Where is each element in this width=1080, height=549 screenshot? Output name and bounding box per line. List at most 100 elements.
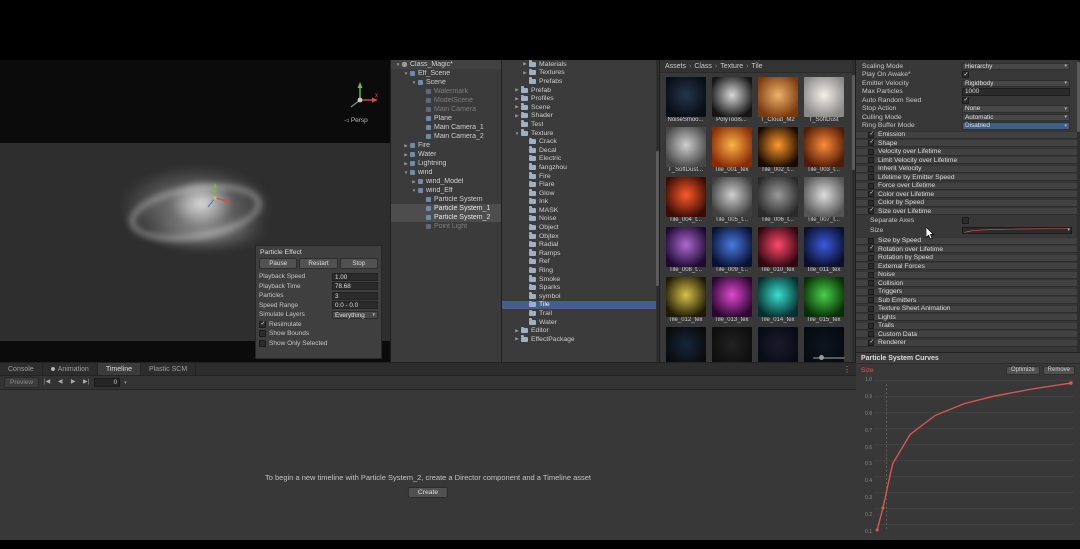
- project-folder-item[interactable]: Ring: [502, 266, 659, 275]
- project-folder-item[interactable]: ▶ Scene: [502, 103, 659, 112]
- scrollbar-thumb[interactable]: [852, 75, 855, 170]
- project-folder-item[interactable]: ▼ Texture: [502, 129, 659, 138]
- breadcrumb-segment[interactable]: Tile: [743, 63, 762, 70]
- project-folder-item[interactable]: ▶ Editor: [502, 326, 659, 335]
- module-checkbox[interactable]: [868, 280, 874, 286]
- module-checkbox[interactable]: [868, 306, 874, 312]
- module-checkbox[interactable]: [868, 263, 874, 269]
- chevron-down-icon[interactable]: ▾: [124, 380, 127, 386]
- module-header[interactable]: Force over Lifetime: [856, 182, 1080, 190]
- project-folder-item[interactable]: Prefabs: [502, 77, 659, 86]
- expand-arrow-icon[interactable]: ▼: [402, 170, 410, 175]
- project-folder-item[interactable]: Electric: [502, 155, 659, 164]
- particle-panel-checkbox-row[interactable]: Resimulate: [259, 320, 378, 330]
- optimize-button[interactable]: Optimize: [1006, 366, 1040, 375]
- expand-arrow-icon[interactable]: ▼: [410, 188, 418, 193]
- hierarchy-item[interactable]: ▼ wind: [391, 168, 501, 177]
- panel-tab[interactable]: Console: [0, 363, 43, 375]
- project-folder-item[interactable]: Objtex: [502, 232, 659, 241]
- hierarchy-item[interactable]: Particle System_2: [391, 213, 501, 222]
- module-header[interactable]: Size over Lifetime: [856, 207, 1080, 215]
- asset-item[interactable]: Tile_012_tex: [664, 277, 707, 324]
- module-checkbox[interactable]: [868, 183, 874, 189]
- module-checkbox[interactable]: [868, 157, 874, 163]
- checkbox[interactable]: [259, 321, 266, 328]
- module-header[interactable]: Sub Emitters: [856, 296, 1080, 304]
- module-checkbox[interactable]: [868, 166, 874, 172]
- expand-arrow-icon[interactable]: ▶: [513, 328, 521, 334]
- hierarchy-item[interactable]: Particle System: [391, 195, 501, 204]
- panel-menu-icon[interactable]: ⋮: [843, 365, 851, 374]
- hierarchy-item[interactable]: ▶ Water: [391, 150, 501, 159]
- hierarchy-item[interactable]: ModelScene: [391, 96, 501, 105]
- asset-item[interactable]: Tile_014_tex: [756, 277, 799, 324]
- assets-scrollbar[interactable]: [852, 60, 855, 362]
- module-checkbox[interactable]: [868, 174, 874, 180]
- module-header[interactable]: Rotation over Lifetime: [856, 245, 1080, 253]
- module-header[interactable]: Collision: [856, 279, 1080, 287]
- panel-tab[interactable]: Timeline: [98, 363, 141, 375]
- expand-arrow-icon[interactable]: ▶: [521, 70, 529, 76]
- expand-arrow-icon[interactable]: ▶: [513, 104, 521, 110]
- module-header[interactable]: Rotation by Speed: [856, 254, 1080, 262]
- property-dropdown[interactable]: Disabled: [962, 122, 1070, 130]
- asset-item[interactable]: Tile_005_t...: [710, 177, 753, 224]
- module-checkbox[interactable]: [868, 331, 874, 337]
- transport-button[interactable]: ▶: [67, 377, 79, 388]
- panel-tab[interactable]: Plastic SCM: [141, 363, 196, 375]
- module-checkbox[interactable]: [868, 314, 874, 320]
- module-header[interactable]: Renderer: [856, 339, 1080, 347]
- project-folder-item[interactable]: Trail: [502, 309, 659, 318]
- expand-arrow-icon[interactable]: ▼: [394, 62, 402, 67]
- project-folder-item[interactable]: Water: [502, 318, 659, 327]
- project-folder-item[interactable]: ▶ Shader: [502, 112, 659, 121]
- module-header[interactable]: Noise: [856, 271, 1080, 279]
- asset-item[interactable]: Tile_003_t...: [802, 127, 845, 174]
- project-folder-item[interactable]: Decal: [502, 146, 659, 155]
- hierarchy-item[interactable]: Main Camera_2: [391, 132, 501, 141]
- expand-arrow-icon[interactable]: ▼: [410, 80, 418, 85]
- size-curve-field[interactable]: [962, 227, 1072, 234]
- property-dropdown[interactable]: None: [962, 105, 1070, 113]
- project-folder-item[interactable]: Radial: [502, 240, 659, 249]
- project-folder-item[interactable]: Ramps: [502, 249, 659, 258]
- asset-item[interactable]: NoiseSmoo...: [664, 77, 707, 124]
- scene-view[interactable]: x Persp Particle Effect PauseRestartStop…: [0, 60, 390, 362]
- asset-item[interactable]: Tile_013_tex: [710, 277, 753, 324]
- slider-knob[interactable]: [819, 355, 824, 360]
- transport-button[interactable]: ▶|: [80, 377, 92, 388]
- module-header[interactable]: Lifetime by Emitter Speed: [856, 173, 1080, 181]
- field-value[interactable]: 1.00: [332, 273, 378, 281]
- project-folder-item[interactable]: Smoke: [502, 275, 659, 284]
- preview-toggle-button[interactable]: Preview: [4, 377, 39, 388]
- hierarchy-item[interactable]: Particle System_1: [391, 204, 501, 213]
- property-dropdown[interactable]: Hierarchy: [962, 63, 1070, 71]
- asset-item[interactable]: Tile_002_t...: [756, 127, 799, 174]
- module-checkbox[interactable]: [868, 323, 874, 329]
- module-header[interactable]: Emission: [856, 131, 1080, 139]
- field-value[interactable]: 3: [332, 292, 378, 300]
- breadcrumb-segment[interactable]: Texture: [712, 63, 743, 70]
- expand-arrow-icon[interactable]: ▶: [513, 87, 521, 93]
- project-folder-item[interactable]: Sparks: [502, 283, 659, 292]
- asset-item[interactable]: Tile_008_t...: [664, 227, 707, 274]
- hierarchy-item[interactable]: Main Camera_1: [391, 123, 501, 132]
- asset-item[interactable]: Tile_010_tex: [756, 227, 799, 274]
- project-folder-item[interactable]: Fire: [502, 172, 659, 181]
- module-checkbox[interactable]: [868, 200, 874, 206]
- perspective-label[interactable]: Persp: [344, 116, 368, 124]
- asset-item[interactable]: Tile_006_t...: [756, 177, 799, 224]
- breadcrumb-segment[interactable]: Class: [686, 63, 712, 70]
- project-folder-item[interactable]: ▶ Prefab: [502, 86, 659, 95]
- hierarchy-item[interactable]: ▶ Fire: [391, 141, 501, 150]
- module-checkbox[interactable]: [868, 246, 874, 252]
- module-checkbox[interactable]: [868, 340, 874, 346]
- expand-arrow-icon[interactable]: ▶: [513, 336, 521, 342]
- hierarchy-item[interactable]: ▼ wind_Eff: [391, 186, 501, 195]
- expand-arrow-icon[interactable]: ▶: [402, 152, 410, 158]
- project-folder-item[interactable]: ▶ EffectPackage: [502, 335, 659, 344]
- asset-item[interactable]: PolyTools...: [710, 77, 753, 124]
- module-header[interactable]: Trails: [856, 322, 1080, 330]
- asset-item[interactable]: T_SoftDust...: [664, 127, 707, 174]
- module-checkbox[interactable]: [868, 140, 874, 146]
